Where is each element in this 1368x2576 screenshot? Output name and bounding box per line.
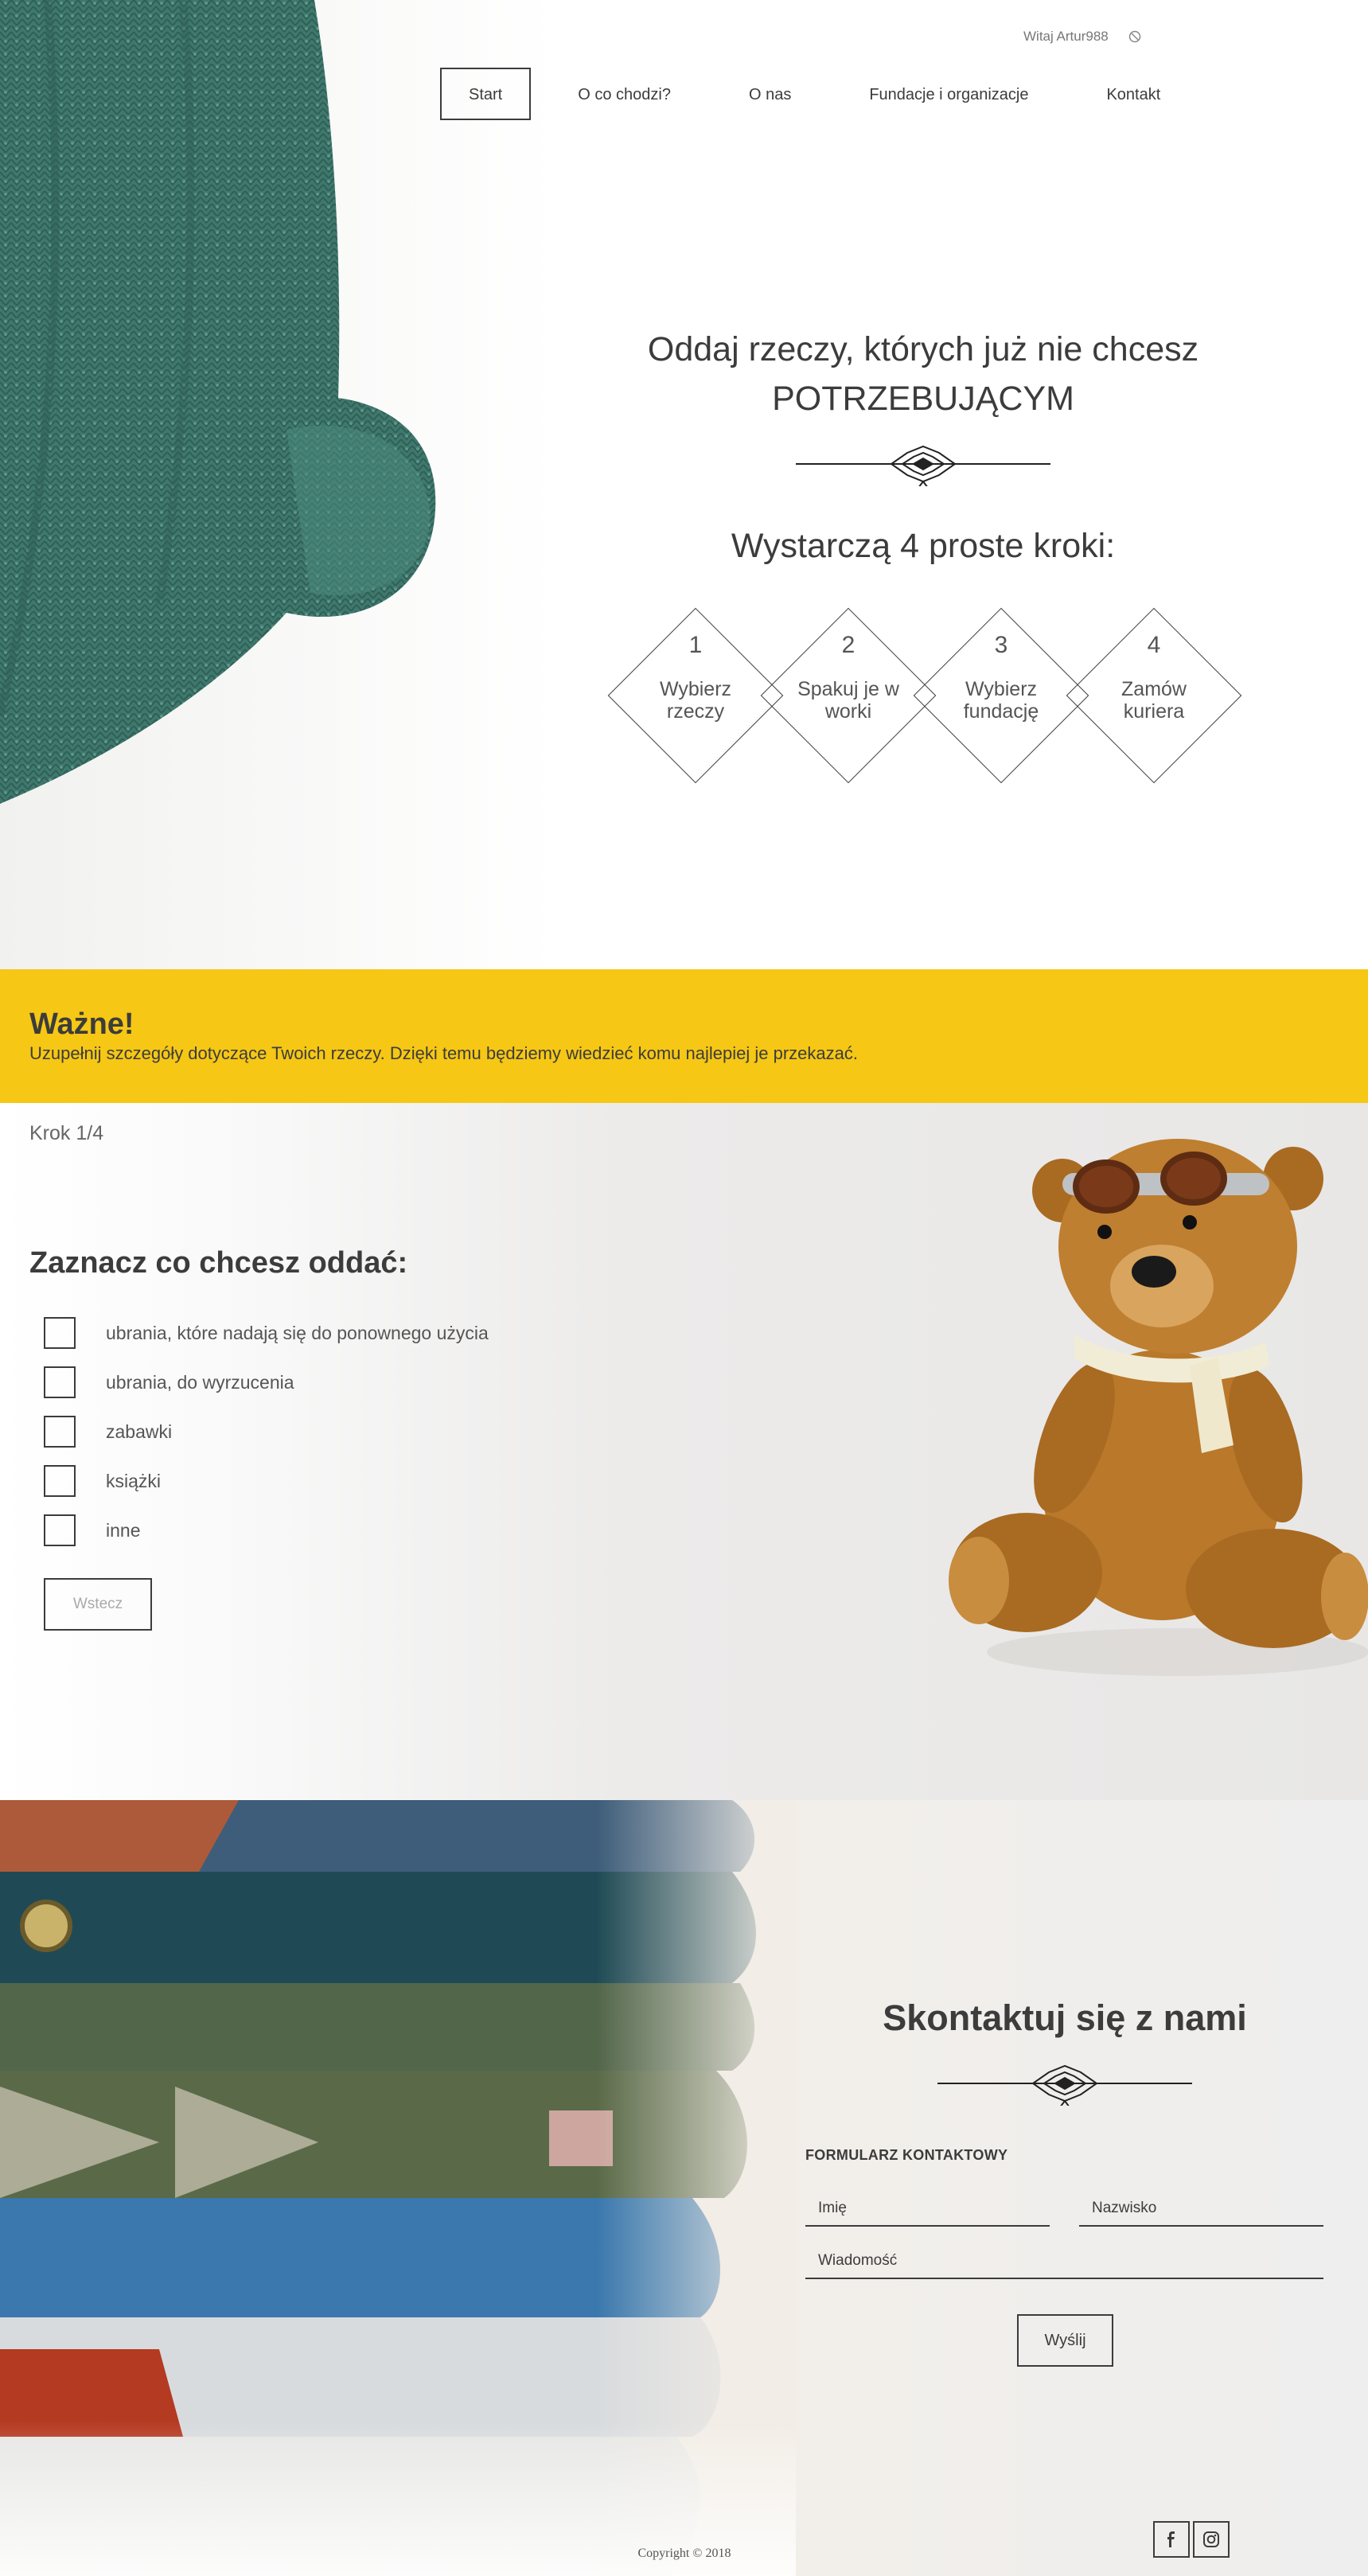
form-title: Zaznacz co chcesz oddać: xyxy=(29,1246,408,1280)
user-bar: Witaj Artur988 xyxy=(1023,29,1142,45)
option-toys[interactable]: zabawki xyxy=(44,1407,489,1456)
nav-about-us[interactable]: O nas xyxy=(718,68,822,120)
important-title: Ważne! xyxy=(29,1007,134,1041)
step-label: Spakuj je w worki xyxy=(797,678,899,723)
steps-title: Wystarczą 4 proste kroki: xyxy=(731,527,1116,565)
step-number: 3 xyxy=(994,632,1008,658)
green-sweater-image xyxy=(0,0,557,969)
checkbox[interactable] xyxy=(44,1317,76,1349)
donation-form-step: Krok 1/4 Zaznacz co chcesz oddać: ubrani… xyxy=(0,1103,1368,1800)
step-number: 4 xyxy=(1147,632,1161,658)
option-label: zabawki xyxy=(106,1421,173,1442)
user-greeting: Witaj Artur988 xyxy=(1023,29,1109,44)
step-label: Wybierz fundację xyxy=(963,678,1039,723)
contact-form-label: FORMULARZ KONTAKTOWY xyxy=(805,2147,1008,2163)
option-clothes-to-discard[interactable]: ubrania, do wyrzucenia xyxy=(44,1358,489,1407)
step-number: 2 xyxy=(841,632,855,658)
ornament-divider-icon xyxy=(937,2064,1192,2106)
ornament-divider-icon xyxy=(796,445,1050,486)
step-2: 2 Spakuj je w worki xyxy=(760,607,937,784)
step-label: Zamów kuriera xyxy=(1121,678,1187,723)
copyright: Copyright © 2018 xyxy=(637,2547,731,2560)
hero-section: Witaj Artur988 Start O co chodzi? O nas … xyxy=(0,0,1368,969)
option-reusable-clothes[interactable]: ubrania, które nadają się do ponownego u… xyxy=(44,1308,489,1358)
nav-start[interactable]: Start xyxy=(440,68,532,120)
step-4: 4 Zamów kuriera xyxy=(1066,607,1242,784)
step-number: 1 xyxy=(688,632,703,658)
name-field[interactable] xyxy=(805,2198,1050,2227)
option-label: książki xyxy=(106,1470,162,1491)
step-label: Wybierz rzeczy xyxy=(659,678,732,723)
message-field[interactable] xyxy=(805,2251,1323,2279)
hero-title-line2: POTRZEBUJĄCYM xyxy=(772,380,1074,418)
surname-field[interactable] xyxy=(1079,2198,1323,2227)
send-button[interactable]: Wyślij xyxy=(1017,2314,1113,2367)
step-counter: Krok 1/4 xyxy=(29,1122,104,1144)
back-button[interactable]: Wstecz xyxy=(44,1578,152,1631)
hero-title-line1: Oddaj rzeczy, których już nie chcesz xyxy=(647,330,1199,368)
contact-section: Skontaktuj się z nami FORMULARZ KONTAKTO… xyxy=(0,1800,1368,2576)
logout-icon[interactable] xyxy=(1128,29,1142,44)
hero-title: Oddaj rzeczy, których już nie chcesz POT… xyxy=(605,325,1241,423)
checkbox[interactable] xyxy=(44,1416,76,1448)
nav-about-project[interactable]: O co chodzi? xyxy=(547,68,702,120)
social-links xyxy=(1153,2521,1230,2558)
option-label: inne xyxy=(106,1519,141,1541)
contact-title: Skontaktuj się z nami xyxy=(883,1997,1247,2038)
facebook-icon[interactable] xyxy=(1153,2521,1190,2558)
teddy-bear-image xyxy=(949,1139,1368,1676)
nav-contact[interactable]: Kontakt xyxy=(1075,68,1191,120)
option-books[interactable]: książki xyxy=(44,1456,489,1506)
options-list: ubrania, które nadają się do ponownego u… xyxy=(44,1308,489,1555)
step-1: 1 Wybierz rzeczy xyxy=(607,607,784,784)
option-label: ubrania, które nadają się do ponownego u… xyxy=(106,1322,489,1343)
folded-clothes-image xyxy=(0,1800,796,2576)
checkbox[interactable] xyxy=(44,1366,76,1398)
nav-foundations[interactable]: Fundacje i organizacje xyxy=(838,68,1059,120)
checkbox[interactable] xyxy=(44,1465,76,1497)
main-nav: Start O co chodzi? O nas Fundacje i orga… xyxy=(440,68,1191,120)
checkbox[interactable] xyxy=(44,1514,76,1546)
step-3: 3 Wybierz fundację xyxy=(913,607,1089,784)
option-label: ubrania, do wyrzucenia xyxy=(106,1371,294,1393)
steps-list: 1 Wybierz rzeczy 2 Spakuj je w worki 3 W… xyxy=(607,607,1242,784)
important-text: Uzupełnij szczegóły dotyczące Twoich rze… xyxy=(29,1043,858,1063)
instagram-icon[interactable] xyxy=(1193,2521,1230,2558)
important-banner: Ważne! Uzupełnij szczegóły dotyczące Two… xyxy=(0,969,1368,1103)
option-other[interactable]: inne xyxy=(44,1506,489,1555)
